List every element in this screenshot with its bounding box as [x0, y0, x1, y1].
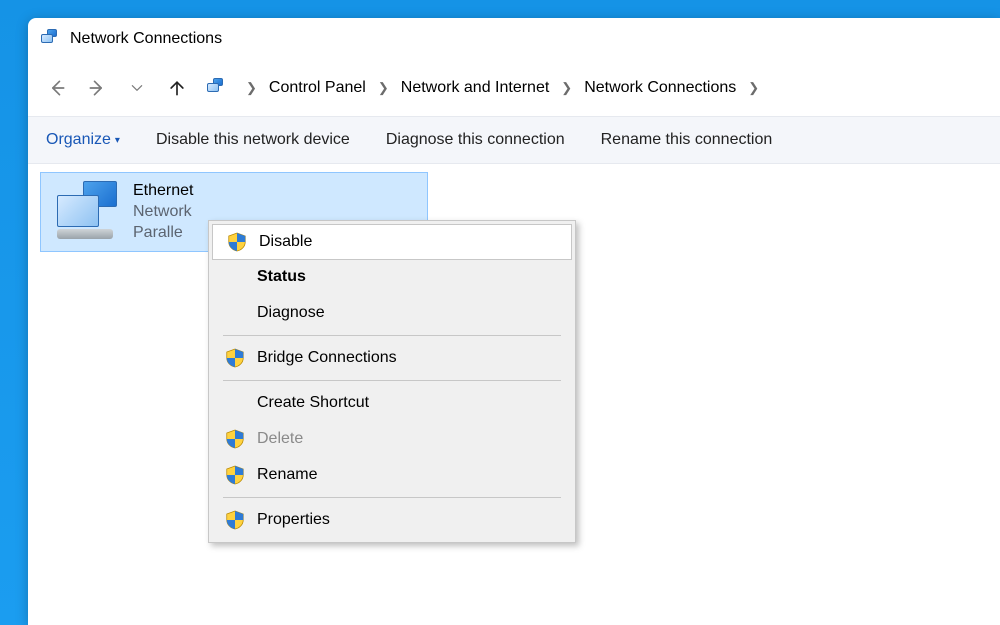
uac-shield-icon [225, 429, 245, 449]
ctx-separator [223, 335, 561, 336]
ctx-bridge-label: Bridge Connections [257, 349, 397, 367]
diagnose-connection-button[interactable]: Diagnose this connection [386, 131, 565, 149]
ctx-separator [223, 380, 561, 381]
nav-back-button[interactable] [40, 71, 74, 105]
network-adapter-icon [51, 181, 123, 239]
nav-row: ❯ Control Panel ❯ Network and Internet ❯… [28, 60, 1000, 116]
breadcrumb-control-panel[interactable]: Control Panel [263, 73, 372, 103]
rename-connection-button[interactable]: Rename this connection [601, 131, 773, 149]
uac-shield-icon [227, 232, 247, 252]
uac-shield-icon [225, 465, 245, 485]
context-menu: Disable Status Diagnose Bridge Connectio… [208, 220, 576, 543]
command-bar: Organize ▾ Disable this network device D… [28, 116, 1000, 164]
breadcrumb-network-connections[interactable]: Network Connections [578, 73, 742, 103]
ctx-delete: Delete [211, 421, 573, 457]
ctx-shortcut-label: Create Shortcut [257, 394, 369, 412]
connection-adapter: Paralle [133, 223, 193, 244]
ctx-diagnose-label: Diagnose [257, 304, 325, 322]
content-area[interactable]: Ethernet Network Paralle Disable Status … [28, 164, 1000, 625]
disable-device-button[interactable]: Disable this network device [156, 131, 350, 149]
ctx-diagnose[interactable]: Diagnose [211, 295, 573, 331]
nav-up-button[interactable] [160, 71, 194, 105]
titlebar: Network Connections [28, 18, 1000, 60]
uac-shield-icon [225, 348, 245, 368]
ctx-create-shortcut[interactable]: Create Shortcut [211, 385, 573, 421]
ctx-disable[interactable]: Disable [212, 224, 572, 260]
connection-labels: Ethernet Network Paralle [133, 181, 193, 243]
window-title: Network Connections [70, 30, 222, 48]
ctx-status-label: Status [257, 268, 306, 286]
ctx-separator [223, 497, 561, 498]
ctx-rename-label: Rename [257, 466, 317, 484]
organize-menu[interactable]: Organize ▾ [46, 131, 120, 149]
chevron-right-icon: ❯ [374, 80, 393, 96]
chevron-right-icon: ❯ [242, 80, 261, 96]
ctx-properties[interactable]: Properties [211, 502, 573, 538]
chevron-down-icon: ▾ [115, 135, 120, 146]
chevron-right-icon: ❯ [557, 80, 576, 96]
breadcrumb-bar[interactable]: ❯ Control Panel ❯ Network and Internet ❯… [236, 73, 763, 103]
chevron-right-icon: ❯ [744, 80, 763, 96]
ctx-rename[interactable]: Rename [211, 457, 573, 493]
breadcrumb-network-and-internet[interactable]: Network and Internet [395, 73, 556, 103]
breadcrumb-root-icon[interactable] [206, 77, 228, 99]
window-network-connections: Network Connections ❯ Control Panel ❯ Ne… [28, 18, 1000, 625]
organize-label: Organize [46, 131, 111, 149]
nav-recent-dropdown[interactable] [120, 71, 154, 105]
nav-forward-button[interactable] [80, 71, 114, 105]
ctx-properties-label: Properties [257, 511, 330, 529]
ctx-disable-label: Disable [259, 233, 312, 251]
uac-shield-icon [225, 510, 245, 530]
connection-name: Ethernet [133, 181, 193, 202]
connection-status: Network [133, 202, 193, 223]
ctx-bridge-connections[interactable]: Bridge Connections [211, 340, 573, 376]
ctx-status[interactable]: Status [211, 259, 573, 295]
ctx-delete-label: Delete [257, 430, 303, 448]
network-connections-icon [40, 28, 62, 50]
